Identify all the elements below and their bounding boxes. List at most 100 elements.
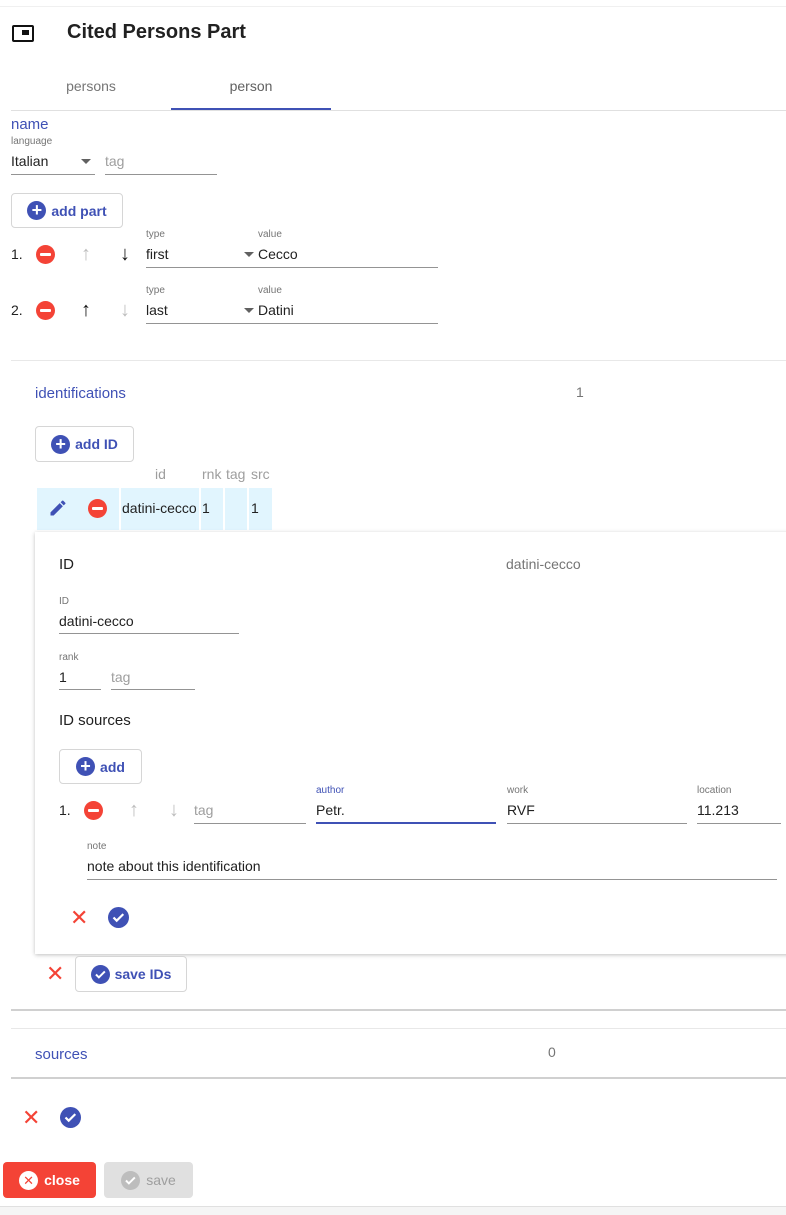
- part-underline: [146, 323, 438, 324]
- note-underline: [87, 879, 777, 880]
- move-up-icon[interactable]: ↑: [76, 244, 96, 264]
- source-tag-input[interactable]: tag: [194, 802, 213, 818]
- sources-header[interactable]: sources: [35, 1046, 88, 1063]
- note-input[interactable]: note about this identification: [87, 858, 261, 874]
- remove-part-icon[interactable]: [36, 301, 55, 320]
- part-type-label: type: [146, 285, 165, 296]
- author-underline-focused: [316, 822, 496, 824]
- move-up-icon[interactable]: ↑: [76, 300, 96, 320]
- rank-underline: [59, 689, 101, 690]
- edit-icon[interactable]: [48, 498, 68, 518]
- language-label: language: [11, 136, 53, 147]
- save-ids-button[interactable]: save IDs: [75, 956, 187, 992]
- chevron-down-icon[interactable]: [81, 159, 91, 164]
- id-sources-heading: ID sources: [59, 712, 131, 729]
- add-part-button[interactable]: + add part: [11, 193, 123, 228]
- work-input[interactable]: RVF: [507, 802, 535, 818]
- rank-label: rank: [59, 652, 79, 663]
- add-circle-icon: +: [27, 201, 47, 220]
- column-header-rnk: rnk: [202, 466, 222, 482]
- check-circle-icon: [90, 964, 110, 984]
- add-id-button[interactable]: + add ID: [35, 426, 134, 462]
- language-select[interactable]: Italian: [11, 153, 48, 169]
- check-circle-icon[interactable]: [60, 1107, 81, 1128]
- part-type-select[interactable]: first: [146, 246, 169, 262]
- page-title: Cited Persons Part: [67, 21, 246, 43]
- part-index: 2.: [11, 302, 23, 318]
- part-value-label: value: [258, 285, 282, 296]
- name-tag-input[interactable]: tag: [105, 153, 124, 169]
- move-down-icon[interactable]: ↓: [164, 800, 184, 820]
- close-icon[interactable]: ✕: [70, 907, 88, 929]
- name-tag-underline: [105, 174, 217, 175]
- save-ids-label: save IDs: [114, 966, 172, 982]
- part-value-input[interactable]: Datini: [258, 302, 294, 318]
- sources-top-border: [11, 1028, 786, 1029]
- cancel-circle-icon: ✕: [19, 1170, 39, 1190]
- source-tag-underline: [194, 823, 306, 824]
- tab-active-indicator: [171, 108, 331, 110]
- id-label: ID: [59, 596, 69, 607]
- author-input[interactable]: Petr.: [316, 802, 345, 818]
- chevron-down-icon[interactable]: [244, 308, 254, 313]
- close-button[interactable]: ✕ close: [3, 1162, 96, 1198]
- tab-persons[interactable]: persons: [11, 78, 171, 94]
- part-index: 1.: [11, 246, 23, 262]
- id-editor-title: ID: [59, 556, 74, 573]
- move-down-icon[interactable]: ↓: [115, 300, 135, 320]
- check-circle-icon: [121, 1170, 141, 1190]
- identifications-header[interactable]: identifications: [35, 385, 126, 402]
- close-label: close: [44, 1172, 80, 1188]
- work-underline: [507, 823, 687, 824]
- cell-rnk-value: 1: [202, 500, 210, 516]
- chevron-down-icon[interactable]: [244, 252, 254, 257]
- part-type-select[interactable]: last: [146, 302, 168, 318]
- id-tag-underline: [111, 689, 195, 690]
- add-source-button[interactable]: + add: [59, 749, 142, 784]
- sources-count: 0: [548, 1044, 556, 1060]
- rank-input[interactable]: 1: [59, 669, 67, 685]
- id-editor-card: [35, 532, 786, 954]
- author-label: author: [316, 785, 345, 796]
- remove-source-icon[interactable]: [84, 801, 103, 820]
- tab-divider: [11, 110, 786, 111]
- add-source-label: add: [100, 758, 125, 775]
- id-editor-title-value: datini-cecco: [506, 556, 581, 572]
- remove-id-icon[interactable]: [88, 499, 107, 518]
- cancel-ids-icon[interactable]: ✕: [46, 963, 64, 985]
- save-label: save: [146, 1172, 176, 1188]
- cell-id-value: datini-cecco: [122, 500, 197, 516]
- column-header-tag: tag: [226, 466, 246, 482]
- sources-bottom-shadow: [11, 1077, 786, 1079]
- cancel-icon[interactable]: ✕: [22, 1107, 40, 1129]
- name-heading: name: [11, 116, 49, 133]
- move-down-icon[interactable]: ↓: [115, 244, 135, 264]
- save-button[interactable]: save: [104, 1162, 193, 1198]
- table-cell-tag: [225, 488, 247, 530]
- cell-src-value: 1: [251, 500, 259, 516]
- column-header-id: id: [155, 466, 166, 482]
- id-tag-input[interactable]: tag: [111, 669, 130, 685]
- top-divider: [0, 6, 786, 7]
- move-up-icon[interactable]: ↑: [124, 800, 144, 820]
- note-label: note: [87, 841, 107, 852]
- work-label: work: [507, 785, 529, 796]
- add-id-label: add ID: [75, 436, 118, 452]
- card-icon: [12, 25, 34, 42]
- add-circle-icon: +: [76, 757, 96, 776]
- part-underline: [146, 267, 438, 268]
- add-circle-icon: +: [51, 434, 71, 454]
- panel-top-border: [11, 360, 786, 361]
- id-input[interactable]: datini-cecco: [59, 613, 134, 629]
- location-input[interactable]: 11.213: [697, 802, 739, 818]
- check-circle-icon[interactable]: [108, 907, 129, 928]
- part-value-input[interactable]: Cecco: [258, 246, 298, 262]
- tab-person[interactable]: person: [171, 78, 331, 94]
- identifications-count: 1: [576, 384, 584, 400]
- status-bar: [0, 1206, 786, 1215]
- language-underline: [11, 174, 95, 175]
- remove-part-icon[interactable]: [36, 245, 55, 264]
- location-label: location: [697, 785, 732, 796]
- add-part-label: add part: [51, 202, 107, 219]
- location-underline: [697, 823, 781, 824]
